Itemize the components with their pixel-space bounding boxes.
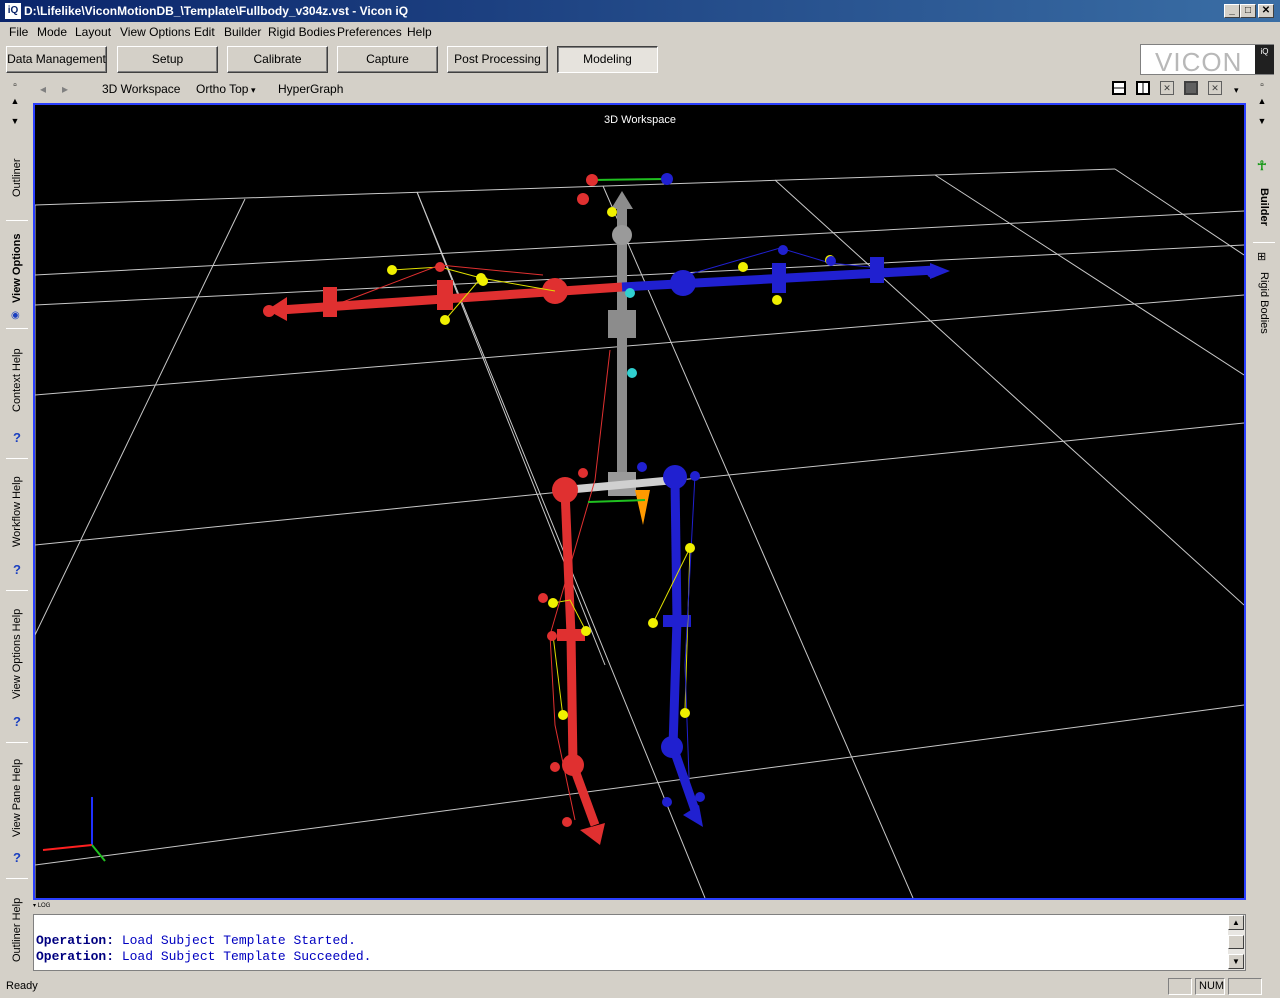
toolbar-more-icon[interactable]: ▾ [1234,85,1239,96]
split-vertical-icon[interactable] [1136,81,1150,95]
title-bar: iQ D:\Lifelike\ViconMotionDB_\Template\F… [0,0,1280,22]
builder-figure-icon: ☥ [1257,158,1267,173]
eye-icon: ◉ [11,310,20,321]
axis-gizmo [42,797,106,862]
vicon-logo: VICON iQ [1140,44,1274,77]
log-value: Load Subject Template Succeeded. [121,949,372,964]
rigid-bodies-icon: ⊞ [1257,251,1267,263]
save-layout-icon[interactable] [1184,81,1198,95]
dock-down-icon[interactable]: ▼ [1254,116,1270,130]
view-pane-help-icon: ? [13,850,21,865]
view-toolbar: ◂ ▸ 3D Workspace Ortho Top ▾ HyperGraph … [32,78,1248,100]
menu-preferences[interactable]: Preferences [337,25,402,40]
status-panel [1168,978,1192,995]
tab-outliner[interactable]: Outliner [6,140,28,216]
log-collapse-icon[interactable]: ▾ [33,903,36,909]
menu-help[interactable]: Help [407,25,432,40]
log-key: Operation: [36,933,115,948]
dock-up-icon[interactable]: ▲ [7,96,23,110]
tab-builder[interactable]: Builder [1253,174,1275,240]
split-horizontal-icon[interactable] [1112,81,1126,95]
tab-separator [6,878,28,879]
logo-text: VICON [1155,47,1243,77]
log-scrollbar[interactable]: ▲ ▼ [1228,915,1245,970]
tab-workflow-help[interactable]: Workflow Help [6,464,28,560]
3d-workspace-viewport[interactable]: 3D Workspace [33,103,1246,900]
forward-arrow-icon[interactable]: ▸ [62,82,68,96]
skeleton-model [263,173,950,845]
minimize-button[interactable]: _ [1224,4,1240,18]
layout-grid-icon[interactable]: ✕ [1160,81,1174,95]
tab-view-pane-help[interactable]: View Pane Help [6,748,28,848]
tab-separator [6,458,28,459]
view-hypergraph[interactable]: HyperGraph [278,82,343,96]
menu-builder[interactable]: Builder [224,25,261,40]
workspace-canvas[interactable] [35,105,1244,898]
scroll-down-icon[interactable]: ▼ [1228,954,1244,969]
mode-post-processing-button[interactable]: Post Processing [447,46,548,73]
log-pane: Operation: Load Subject Template Started… [33,914,1246,971]
view-3d-workspace[interactable]: 3D Workspace [102,82,180,96]
tab-view-options-help[interactable]: View Options Help [6,596,28,712]
menu-view-options[interactable]: View Options [120,25,190,40]
tab-context-help[interactable]: Context Help [6,332,28,428]
log-header: ▾ LOG [33,902,1246,914]
ground-grid [35,168,1244,898]
logo-badge: iQ [1255,45,1274,74]
dock-down-icon[interactable]: ▼ [7,116,23,130]
log-key: Operation: [36,949,115,964]
status-panel [1228,978,1262,995]
tab-separator [1253,242,1275,243]
status-text: Ready [6,980,38,992]
view-options-help-icon: ? [13,714,21,729]
tab-rigid-bodies[interactable]: Rigid Bodies [1253,268,1275,338]
window-title: D:\Lifelike\ViconMotionDB_\Template\Full… [24,4,409,18]
menu-rigid-bodies[interactable]: Rigid Bodies [268,25,335,40]
back-arrow-icon[interactable]: ◂ [40,82,46,96]
tab-separator [6,328,28,329]
status-num: NUM [1195,978,1225,995]
close-button[interactable]: ✕ [1258,4,1274,18]
tab-view-options[interactable]: View Options [6,226,28,310]
right-dock: ▫ ▲ ▼ ☥ Builder ⊞ Rigid Bodies [1251,78,1277,978]
dock-up-icon[interactable]: ▲ [1254,96,1270,110]
tab-separator [6,590,28,591]
context-help-icon: ? [13,430,21,445]
menu-mode[interactable]: Mode [37,25,67,40]
log-value: Load Subject Template Started. [121,933,356,948]
mode-data-management-button[interactable]: Data Management [6,46,107,73]
log-line: Operation: Load Subject Template Started… [36,933,356,948]
mode-modeling-button[interactable]: Modeling [557,46,658,73]
status-bar: Ready NUM [0,976,1280,998]
mode-capture-button[interactable]: Capture [337,46,438,73]
scroll-up-icon[interactable]: ▲ [1228,915,1244,930]
mode-calibrate-button[interactable]: Calibrate [227,46,328,73]
dock-pin-icon[interactable]: ▫ [7,80,23,94]
scroll-thumb[interactable] [1228,935,1244,949]
tab-separator [6,220,28,221]
tab-separator [6,742,28,743]
workspace-title: 3D Workspace [604,114,676,126]
workflow-help-icon: ? [13,562,21,577]
app-icon: iQ [5,3,21,19]
mode-setup-button[interactable]: Setup [117,46,218,73]
close-layout-icon[interactable]: ✕ [1208,81,1222,95]
log-label: LOG [37,903,51,909]
ortho-dropdown-icon[interactable]: ▾ [251,85,256,96]
tab-outliner-help[interactable]: Outliner Help [6,884,28,976]
menu-bar: File Mode Layout View Options Edit Build… [0,22,1280,42]
log-line: Operation: Load Subject Template Succeed… [36,949,371,964]
maximize-button[interactable]: □ [1240,4,1256,18]
view-ortho-top[interactable]: Ortho Top [196,82,248,96]
menu-file[interactable]: File [9,25,28,40]
dock-pin-icon[interactable]: ▫ [1254,80,1270,94]
menu-layout[interactable]: Layout [75,25,111,40]
menu-edit[interactable]: Edit [194,25,215,40]
left-dock: ▫ ▲ ▼ Outliner View Options ◉ Context He… [4,78,30,978]
